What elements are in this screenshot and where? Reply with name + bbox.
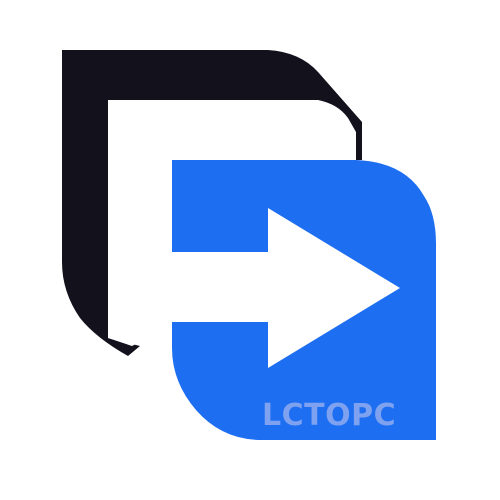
- logo-canvas: LCTOPC: [0, 0, 500, 500]
- app-logo-icon: [62, 50, 436, 440]
- watermark-text: LCTOPC: [262, 398, 397, 433]
